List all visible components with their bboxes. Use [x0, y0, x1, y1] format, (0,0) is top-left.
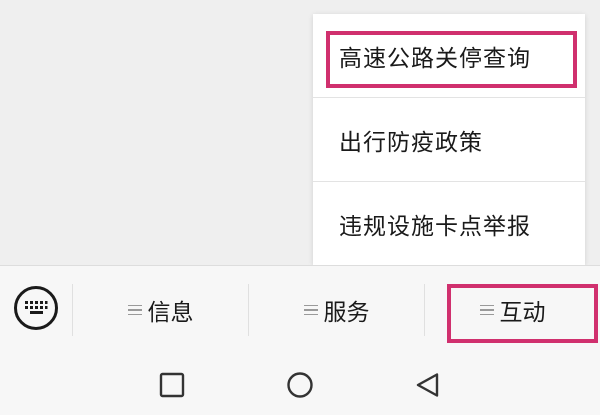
menu-item-report-illegal-checkpoint[interactable]: 违规设施卡点举报: [313, 182, 585, 265]
bottom-tab-bar: 信息 服务 互动: [0, 265, 600, 355]
triangle-back-icon[interactable]: [414, 371, 442, 399]
square-icon[interactable]: [158, 371, 186, 399]
menu-lines-icon: [127, 302, 142, 319]
menu-lines-icon: [479, 302, 494, 319]
tab-label: 信息: [147, 300, 194, 326]
menu-item-highway-closure-query[interactable]: 高速公路关停查询: [313, 14, 585, 97]
popup-menu: 高速公路关停查询 出行防疫政策 违规设施卡点举报: [313, 14, 585, 265]
menu-lines-icon: [303, 302, 318, 319]
circle-icon[interactable]: [286, 371, 314, 399]
tab-info[interactable]: 信息: [73, 266, 248, 354]
system-nav-bar: [0, 355, 600, 415]
menu-item-travel-epidemic-policy[interactable]: 出行防疫政策: [313, 98, 585, 181]
keyboard-toggle-button[interactable]: [14, 286, 58, 330]
tab-interaction[interactable]: 互动: [425, 266, 600, 354]
keyboard-icon: [25, 301, 48, 314]
tab-label: 互动: [499, 300, 546, 326]
tab-services[interactable]: 服务: [249, 266, 424, 354]
tab-label: 服务: [323, 300, 370, 326]
